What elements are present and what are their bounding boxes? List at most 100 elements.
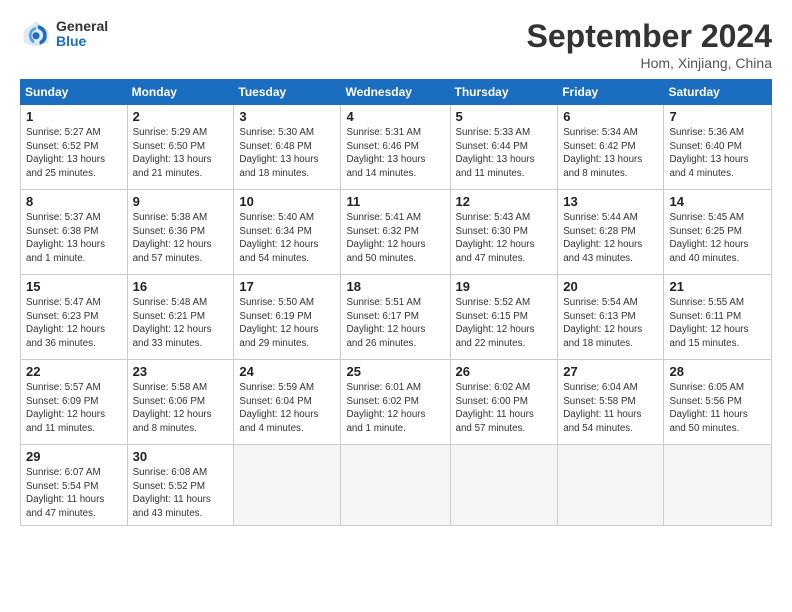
calendar-cell: 14 Sunrise: 5:45 AM Sunset: 6:25 PM Dayli… — [664, 190, 772, 275]
day-number: 28 — [669, 364, 766, 379]
day-number: 2 — [133, 109, 229, 124]
calendar-cell: 3 Sunrise: 5:30 AM Sunset: 6:48 PM Daylig… — [234, 105, 341, 190]
day-info: Sunrise: 5:54 AM Sunset: 6:13 PM Dayligh… — [563, 296, 658, 351]
calendar-cell: 9 Sunrise: 5:38 AM Sunset: 6:36 PM Daylig… — [127, 190, 234, 275]
day-info: Sunrise: 5:50 AM Sunset: 6:19 PM Dayligh… — [239, 296, 335, 351]
calendar-cell: 25Sunrise: 6:01 AM Sunset: 6:02 PM Dayli… — [341, 360, 450, 445]
day-info: Sunrise: 6:05 AM Sunset: 5:56 PM Dayligh… — [669, 381, 766, 436]
day-number: 24 — [239, 364, 335, 379]
calendar-cell: 6 Sunrise: 5:34 AM Sunset: 6:42 PM Daylig… — [558, 105, 664, 190]
calendar-cell: 10 Sunrise: 5:40 AM Sunset: 6:34 PM Dayli… — [234, 190, 341, 275]
day-info: Sunrise: 5:40 AM Sunset: 6:34 PM Dayligh… — [239, 211, 335, 266]
logo-blue-text: Blue — [56, 34, 108, 49]
day-info: Sunrise: 6:08 AM Sunset: 5:52 PM Dayligh… — [133, 466, 229, 521]
day-info: Sunrise: 5:43 AM Sunset: 6:30 PM Dayligh… — [456, 211, 553, 266]
day-number: 10 — [239, 194, 335, 209]
calendar-cell: 26 Sunrise: 6:02 AM Sunset: 6:00 PM Dayli… — [450, 360, 558, 445]
day-info: Sunrise: 5:37 AM Sunset: 6:38 PM Dayligh… — [26, 211, 122, 266]
day-number: 6 — [563, 109, 658, 124]
calendar-cell: 1Sunrise: 5:27 AM Sunset: 6:52 PM Daylig… — [21, 105, 128, 190]
day-number: 14 — [669, 194, 766, 209]
day-info: Sunrise: 5:38 AM Sunset: 6:36 PM Dayligh… — [133, 211, 229, 266]
day-info: Sunrise: 5:31 AM Sunset: 6:46 PM Dayligh… — [346, 126, 444, 181]
day-info: Sunrise: 5:52 AM Sunset: 6:15 PM Dayligh… — [456, 296, 553, 351]
day-number: 30 — [133, 449, 229, 464]
calendar-table: Sunday Monday Tuesday Wednesday Thursday… — [20, 79, 772, 526]
day-number: 1 — [26, 109, 122, 124]
col-tuesday: Tuesday — [234, 80, 341, 105]
month-title: September 2024 — [527, 18, 772, 55]
day-info: Sunrise: 5:59 AM Sunset: 6:04 PM Dayligh… — [239, 381, 335, 436]
calendar-cell: 29 Sunrise: 6:07 AM Sunset: 5:54 PM Dayli… — [21, 445, 128, 526]
day-info: Sunrise: 5:36 AM Sunset: 6:40 PM Dayligh… — [669, 126, 766, 181]
calendar-cell: 30 Sunrise: 6:08 AM Sunset: 5:52 PM Dayli… — [127, 445, 234, 526]
day-info: Sunrise: 5:30 AM Sunset: 6:48 PM Dayligh… — [239, 126, 335, 181]
day-number: 29 — [26, 449, 122, 464]
calendar-cell: 28 Sunrise: 6:05 AM Sunset: 5:56 PM Dayli… — [664, 360, 772, 445]
day-info: Sunrise: 6:01 AM Sunset: 6:02 PM Dayligh… — [346, 381, 444, 436]
page: General Blue September 2024 Hom, Xinjian… — [0, 0, 792, 612]
calendar-cell: 27 Sunrise: 6:04 AM Sunset: 5:58 PM Dayli… — [558, 360, 664, 445]
day-number: 3 — [239, 109, 335, 124]
day-number: 20 — [563, 279, 658, 294]
calendar-cell: 11 Sunrise: 5:41 AM Sunset: 6:32 PM Dayli… — [341, 190, 450, 275]
col-wednesday: Wednesday — [341, 80, 450, 105]
calendar-header-row: Sunday Monday Tuesday Wednesday Thursday… — [21, 80, 772, 105]
logo: General Blue — [20, 18, 108, 50]
location-subtitle: Hom, Xinjiang, China — [527, 55, 772, 71]
calendar-cell — [450, 445, 558, 526]
day-info: Sunrise: 6:02 AM Sunset: 6:00 PM Dayligh… — [456, 381, 553, 436]
day-info: Sunrise: 5:57 AM Sunset: 6:09 PM Dayligh… — [26, 381, 122, 436]
day-info: Sunrise: 5:33 AM Sunset: 6:44 PM Dayligh… — [456, 126, 553, 181]
day-info: Sunrise: 5:34 AM Sunset: 6:42 PM Dayligh… — [563, 126, 658, 181]
day-number: 18 — [346, 279, 444, 294]
calendar-cell — [234, 445, 341, 526]
col-friday: Friday — [558, 80, 664, 105]
calendar-cell: 24 Sunrise: 5:59 AM Sunset: 6:04 PM Dayli… — [234, 360, 341, 445]
day-info: Sunrise: 6:07 AM Sunset: 5:54 PM Dayligh… — [26, 466, 122, 521]
col-saturday: Saturday — [664, 80, 772, 105]
day-number: 13 — [563, 194, 658, 209]
day-info: Sunrise: 5:29 AM Sunset: 6:50 PM Dayligh… — [133, 126, 229, 181]
calendar-cell: 22 Sunrise: 5:57 AM Sunset: 6:09 PM Dayli… — [21, 360, 128, 445]
header: General Blue September 2024 Hom, Xinjian… — [20, 18, 772, 71]
calendar-cell: 17 Sunrise: 5:50 AM Sunset: 6:19 PM Dayli… — [234, 275, 341, 360]
day-info: Sunrise: 5:47 AM Sunset: 6:23 PM Dayligh… — [26, 296, 122, 351]
day-number: 15 — [26, 279, 122, 294]
calendar-cell: 23Sunrise: 5:58 AM Sunset: 6:06 PM Dayli… — [127, 360, 234, 445]
day-number: 11 — [346, 194, 444, 209]
day-number: 4 — [346, 109, 444, 124]
day-number: 17 — [239, 279, 335, 294]
calendar-cell: 4 Sunrise: 5:31 AM Sunset: 6:46 PM Daylig… — [341, 105, 450, 190]
calendar-cell: 13 Sunrise: 5:44 AM Sunset: 6:28 PM Dayli… — [558, 190, 664, 275]
logo-icon — [20, 18, 52, 50]
day-number: 7 — [669, 109, 766, 124]
calendar-cell: 8 Sunrise: 5:37 AM Sunset: 6:38 PM Daylig… — [21, 190, 128, 275]
logo-general-text: General — [56, 19, 108, 34]
calendar-cell: 19Sunrise: 5:52 AM Sunset: 6:15 PM Dayli… — [450, 275, 558, 360]
calendar-cell — [341, 445, 450, 526]
day-info: Sunrise: 5:44 AM Sunset: 6:28 PM Dayligh… — [563, 211, 658, 266]
day-number: 16 — [133, 279, 229, 294]
day-number: 27 — [563, 364, 658, 379]
day-info: Sunrise: 5:41 AM Sunset: 6:32 PM Dayligh… — [346, 211, 444, 266]
day-number: 22 — [26, 364, 122, 379]
calendar-cell: 16 Sunrise: 5:48 AM Sunset: 6:21 PM Dayli… — [127, 275, 234, 360]
calendar-cell: 7 Sunrise: 5:36 AM Sunset: 6:40 PM Daylig… — [664, 105, 772, 190]
day-number: 8 — [26, 194, 122, 209]
logo-text: General Blue — [56, 19, 108, 50]
day-info: Sunrise: 5:58 AM Sunset: 6:06 PM Dayligh… — [133, 381, 229, 436]
calendar-cell: 18Sunrise: 5:51 AM Sunset: 6:17 PM Dayli… — [341, 275, 450, 360]
day-info: Sunrise: 5:48 AM Sunset: 6:21 PM Dayligh… — [133, 296, 229, 351]
calendar-cell: 20 Sunrise: 5:54 AM Sunset: 6:13 PM Dayli… — [558, 275, 664, 360]
day-number: 12 — [456, 194, 553, 209]
col-thursday: Thursday — [450, 80, 558, 105]
col-sunday: Sunday — [21, 80, 128, 105]
day-info: Sunrise: 5:45 AM Sunset: 6:25 PM Dayligh… — [669, 211, 766, 266]
title-block: September 2024 Hom, Xinjiang, China — [527, 18, 772, 71]
col-monday: Monday — [127, 80, 234, 105]
day-info: Sunrise: 6:04 AM Sunset: 5:58 PM Dayligh… — [563, 381, 658, 436]
day-number: 26 — [456, 364, 553, 379]
calendar-cell: 2 Sunrise: 5:29 AM Sunset: 6:50 PM Daylig… — [127, 105, 234, 190]
day-number: 9 — [133, 194, 229, 209]
